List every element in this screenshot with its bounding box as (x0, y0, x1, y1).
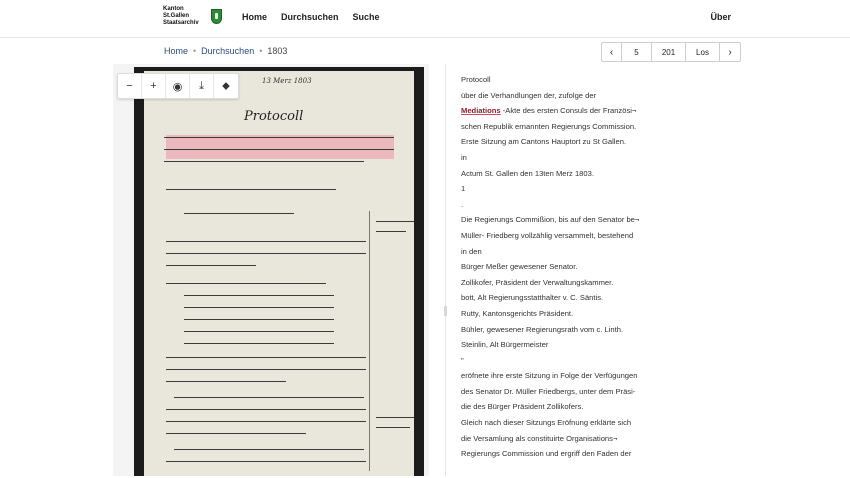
transcript-line: Gleich nach dieser Sitzungs Eröfnung erk… (461, 418, 632, 428)
handwriting-stroke (166, 189, 336, 190)
transcript-line: Müller- Friedberg vollzählig versammelt,… (461, 230, 634, 240)
handwriting-stroke (164, 161, 364, 162)
handwriting-stroke (166, 381, 286, 382)
handwriting-stroke (174, 397, 364, 398)
transcript-line: . (461, 199, 464, 209)
transcript-line: Protocoll (461, 75, 491, 84)
handwriting-stroke (184, 213, 294, 214)
coat-of-arms-icon (211, 9, 222, 24)
handwriting-stroke (166, 369, 366, 370)
transcript-line: Zollikofer, Präsident der Verwaltungskam… (461, 277, 614, 287)
prev-page-button[interactable]: ‹ (602, 43, 622, 61)
main-nav: Home Durchsuchen Suche (242, 12, 380, 22)
transcript-line: des Senator Dr. Müller Friedbergs, unter… (461, 386, 636, 396)
handwriting-stroke (184, 295, 334, 296)
handwriting-stroke (184, 319, 334, 320)
transcript-line: die Versamlung als constituirte Organisa… (461, 433, 618, 443)
site-logo[interactable]: Kanton St.Gallen Staatsarchiv (163, 6, 222, 27)
handwriting-stroke (166, 283, 326, 284)
zoom-in-icon[interactable]: + (142, 74, 166, 98)
next-page-button[interactable]: › (720, 43, 740, 61)
handwriting-stroke (166, 421, 366, 422)
handwriting-stroke (166, 253, 366, 254)
eye-icon[interactable]: ◉ (166, 74, 190, 98)
handwriting-stroke (376, 427, 410, 428)
scan-frame: 13 Merz 1803 Protocoll (134, 67, 424, 476)
breadcrumb-current: 1803 (267, 46, 288, 56)
handwriting-stroke (166, 265, 256, 266)
highlighted-word[interactable]: Mediations (461, 106, 501, 115)
handwriting-stroke (164, 137, 394, 138)
transcript-line: " (461, 355, 464, 365)
handwriting-stroke (184, 343, 334, 344)
breadcrumb-home[interactable]: Home (164, 46, 188, 56)
zoom-out-icon[interactable]: − (118, 74, 142, 98)
go-button[interactable]: Los (686, 43, 720, 61)
download-icon[interactable]: ⤓ (190, 74, 214, 98)
transcript-line: Die Regierungs Commißion, bis auf den Se… (461, 215, 640, 225)
handwriting-stroke (376, 417, 414, 418)
handwriting-stroke (166, 241, 366, 242)
transcript-line: bott, Alt Regierungsstatthalter v. C. Sä… (461, 293, 604, 303)
transcript-line: in den (461, 246, 482, 256)
transcript-line: in (461, 152, 467, 162)
handwritten-date: 13 Merz 1803 (262, 77, 312, 85)
page-number-input[interactable]: 5 (622, 43, 652, 61)
logo-text: Kanton St.Gallen Staatsarchiv (163, 6, 199, 26)
handwriting-stroke (166, 409, 366, 410)
margin-rule (369, 211, 370, 471)
top-navbar: Kanton St.Gallen Staatsarchiv Home Durch… (0, 0, 850, 38)
handwritten-title: Protocoll (244, 109, 304, 124)
breadcrumb-durchsuchen[interactable]: Durchsuchen (201, 46, 254, 56)
transcript-line: schen Republik ernannten Regierungs Comm… (461, 121, 637, 131)
handwriting-stroke (166, 461, 366, 462)
breadcrumb-separator: • (193, 46, 197, 56)
nav-home[interactable]: Home (242, 12, 267, 22)
handwriting-stroke (164, 149, 394, 150)
text-highlight (166, 135, 394, 159)
transcript-line: 1 (461, 184, 466, 194)
handwriting-stroke (184, 307, 334, 308)
transcript-line: Erste Sitzung am Cantons Hauptort zu St … (461, 137, 627, 147)
pane-resize-handle[interactable] (444, 306, 447, 316)
handwriting-stroke (166, 357, 366, 358)
transcript-panel: Protocoll über die Verhandlungen der, zuf… (461, 72, 661, 462)
handwriting-stroke (166, 433, 306, 434)
transcript-line: Regierungs Commission und ergriff den Fa… (461, 449, 632, 459)
transcript-line: Steinlin, Alt Bürgermeister (461, 340, 549, 350)
document-scan: 13 Merz 1803 Protocoll (144, 71, 414, 476)
breadcrumb: Home • Durchsuchen • 1803 (164, 46, 287, 56)
transcript-line: Rutty, Kantonsgerichts Präsident. (461, 308, 574, 318)
document-viewer[interactable]: 13 Merz 1803 Protocoll (113, 64, 429, 476)
nav-durchsuchen[interactable]: Durchsuchen (281, 12, 339, 22)
transcript-line: die des Bürger Präsident Zollikofers. (461, 402, 584, 412)
handwriting-stroke (184, 331, 334, 332)
nav-ueber[interactable]: Über (710, 12, 731, 22)
transcript-line: Mediations -Akte des ersten Consuls der … (461, 106, 637, 116)
transcript-line: Actum St. Gallen den 13ten Merz 1803. (461, 168, 594, 178)
page-total: 201 (652, 43, 686, 61)
tag-icon[interactable]: ⬥ (214, 74, 238, 98)
viewer-toolbar: − + ◉ ⤓ ⬥ (117, 73, 239, 99)
pane-divider (445, 64, 446, 476)
nav-suche[interactable]: Suche (353, 12, 380, 22)
handwriting-stroke (376, 231, 406, 232)
page-pager: ‹ 5 201 Los › (601, 42, 741, 62)
breadcrumb-separator: • (259, 46, 263, 56)
transcript-line: eröfnete ihre erste Sitzung in Folge der… (461, 371, 638, 381)
handwriting-stroke (174, 449, 364, 450)
transcript-line: Bürger Meßer gewesener Senator. (461, 262, 578, 272)
handwriting-stroke (376, 221, 414, 222)
transcript-line: über die Verhandlungen der, zufolge der (461, 90, 597, 100)
transcript-line: Bühler, gewesener Regierungsrath vom c. … (461, 324, 624, 334)
